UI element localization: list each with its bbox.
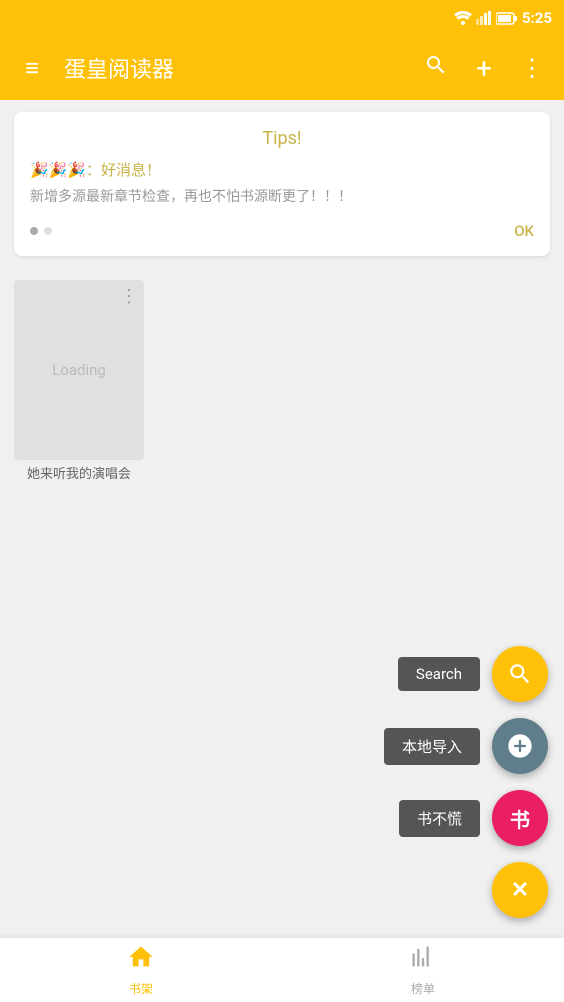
fab-area: Search 本地导入 书不慌 书 <box>384 646 548 918</box>
book-more-icon[interactable]: ⋮ <box>120 286 138 307</box>
menu-icon[interactable]: ≡ <box>16 54 48 83</box>
dot-1 <box>30 227 38 235</box>
tips-text: 新增多源最新章节检查，再也不怕书源断更了！！！ <box>30 186 534 208</box>
search-icon[interactable] <box>420 53 452 83</box>
app-title: 蛋皇阅读器 <box>64 52 404 84</box>
close-icon: ✕ <box>511 878 529 903</box>
shelf-area: Loading ⋮ 她来听我的演唱会 <box>0 268 564 496</box>
battery-icon <box>496 12 518 25</box>
status-bar: 5:25 <box>0 0 564 36</box>
bookshelf-nav-icon <box>127 943 155 978</box>
status-time: 5:25 <box>522 9 552 27</box>
fab-search-icon <box>507 661 533 687</box>
rankings-nav-icon <box>409 943 437 978</box>
fab-import-label[interactable]: 本地导入 <box>384 728 480 765</box>
fab-import-button[interactable] <box>492 718 548 774</box>
fab-row-search: Search <box>398 646 548 702</box>
tips-subtitle: 🎉🎉🎉：好消息！ <box>30 159 534 180</box>
app-bar: ≡ 蛋皇阅读器 + ⋮ <box>0 36 564 100</box>
status-icons: 5:25 <box>454 9 552 27</box>
fab-book-button[interactable]: 书 <box>492 790 548 846</box>
nav-item-rankings[interactable]: 榜单 <box>282 943 564 997</box>
fab-row-close: ✕ <box>492 862 548 918</box>
fab-search-label[interactable]: Search <box>398 657 480 691</box>
book-cover: Loading ⋮ <box>14 280 144 460</box>
bottom-nav: 书架 榜单 <box>0 938 564 1002</box>
fab-book-icon: 书 <box>510 804 530 833</box>
book-item[interactable]: Loading ⋮ 她来听我的演唱会 <box>14 280 144 484</box>
add-icon[interactable]: + <box>468 52 500 85</box>
nav-item-bookshelf[interactable]: 书架 <box>0 943 282 997</box>
fab-row-import: 本地导入 <box>384 718 548 774</box>
rankings-nav-label: 榜单 <box>411 980 435 997</box>
wifi-icon <box>454 11 472 25</box>
tips-title: Tips! <box>30 128 534 149</box>
signal-icon <box>476 11 492 25</box>
book-title: 她来听我的演唱会 <box>14 466 144 484</box>
fab-search-button[interactable] <box>492 646 548 702</box>
main-content: Tips! 🎉🎉🎉：好消息！ 新增多源最新章节检查，再也不怕书源断更了！！！ O… <box>0 100 564 938</box>
bookshelf-nav-label: 书架 <box>129 980 153 997</box>
book-loading-text: Loading <box>52 361 106 379</box>
fab-import-icon <box>506 732 534 760</box>
fab-close-button[interactable]: ✕ <box>492 862 548 918</box>
more-options-icon[interactable]: ⋮ <box>516 54 548 82</box>
dot-2 <box>44 227 52 235</box>
tips-card: Tips! 🎉🎉🎉：好消息！ 新增多源最新章节检查，再也不怕书源断更了！！！ O… <box>14 112 550 256</box>
fab-book-label[interactable]: 书不慌 <box>399 800 480 837</box>
tips-ok-button[interactable]: OK <box>514 222 534 240</box>
tips-footer: OK <box>30 222 534 240</box>
tips-dots <box>30 227 52 235</box>
fab-row-book: 书不慌 书 <box>399 790 548 846</box>
